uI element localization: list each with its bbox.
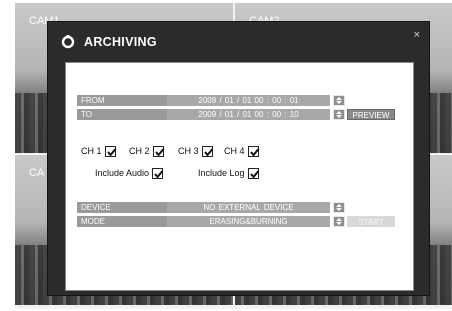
dialog-titlebar: ARCHIVING × xyxy=(48,22,429,60)
from-datetime-field[interactable]: 2009 / 01 / 01 00 : 00 : 01 xyxy=(167,95,330,106)
channel-4-checkbox[interactable] xyxy=(247,146,259,158)
channel-1-option[interactable]: CH 1 xyxy=(81,145,116,158)
channel-1-checkbox[interactable] xyxy=(104,146,116,158)
mode-spinner[interactable] xyxy=(333,216,345,227)
channel-2-label: CH 2 xyxy=(129,146,150,156)
to-datetime-field[interactable]: 2009 / 01 / 01 00 : 00 : 10 xyxy=(167,109,330,120)
checkmark-icon xyxy=(154,148,164,157)
to-row: TO 2009 / 01 / 01 00 : 00 : 10 PREVIEW xyxy=(77,109,407,120)
device-spinner[interactable] xyxy=(333,202,345,213)
include-log-label: Include Log xyxy=(198,168,245,178)
mode-label: MODE xyxy=(77,216,167,227)
device-row: DEVICE NO EXTERNAL DEVICE xyxy=(77,202,407,213)
checkmark-icon xyxy=(106,148,116,157)
checkmark-icon xyxy=(203,148,213,157)
channel-3-label: CH 3 xyxy=(178,146,199,156)
device-label: DEVICE xyxy=(77,202,167,213)
include-log-checkbox[interactable] xyxy=(247,168,259,180)
checkmark-icon xyxy=(249,170,259,179)
channel-3-option[interactable]: CH 3 xyxy=(178,145,213,158)
camera-label-3: CA xyxy=(29,167,45,179)
logo-icon xyxy=(61,35,75,49)
checkmark-icon xyxy=(154,170,164,179)
to-label: TO xyxy=(77,109,167,120)
channel-1-label: CH 1 xyxy=(81,146,102,156)
from-label: FROM xyxy=(77,95,167,106)
from-spinner[interactable] xyxy=(333,95,345,106)
mode-select[interactable]: ERASING&BURNING xyxy=(167,216,330,227)
channel-4-option[interactable]: CH 4 xyxy=(224,145,259,158)
archiving-dialog: ARCHIVING × FROM 2009 / 01 / 01 00 : 00 … xyxy=(47,21,430,296)
close-icon[interactable]: × xyxy=(414,29,420,41)
include-log-option[interactable]: Include Log xyxy=(198,167,259,180)
include-audio-label: Include Audio xyxy=(95,168,150,178)
start-button[interactable]: START xyxy=(347,216,395,227)
archiving-panel: FROM 2009 / 01 / 01 00 : 00 : 01 TO 2009… xyxy=(65,62,414,291)
mode-row: MODE ERASING&BURNING START xyxy=(77,216,407,227)
from-row: FROM 2009 / 01 / 01 00 : 00 : 01 xyxy=(77,95,407,106)
channel-2-checkbox[interactable] xyxy=(152,146,164,158)
channel-4-label: CH 4 xyxy=(224,146,245,156)
to-spinner[interactable] xyxy=(333,109,345,120)
channel-2-option[interactable]: CH 2 xyxy=(129,145,164,158)
include-audio-option[interactable]: Include Audio xyxy=(95,167,164,180)
include-audio-checkbox[interactable] xyxy=(152,168,164,180)
dialog-title: ARCHIVING xyxy=(84,35,157,49)
preview-button[interactable]: PREVIEW xyxy=(347,109,395,120)
checkmark-icon xyxy=(249,148,259,157)
channel-3-checkbox[interactable] xyxy=(201,146,213,158)
device-select[interactable]: NO EXTERNAL DEVICE xyxy=(167,202,330,213)
